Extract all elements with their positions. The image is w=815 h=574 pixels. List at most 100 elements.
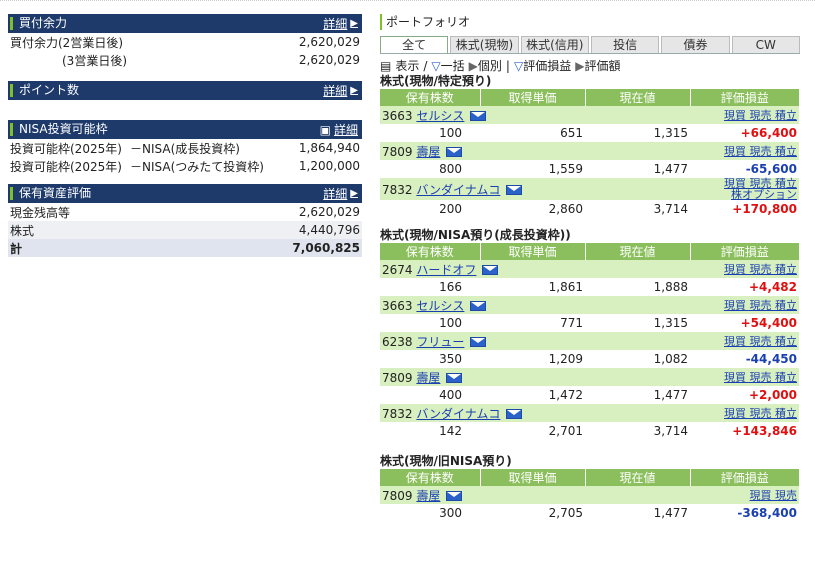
trade-links[interactable]: 現買 現売 積立 <box>724 299 797 312</box>
holding-name-row: 7832 バンダイナムコ 現買 現売 積立 株オプション <box>380 178 799 200</box>
section-title: 株式(現物/NISA預り(成長投資枠)) <box>380 228 571 242</box>
stock-code: 7832 <box>382 406 413 421</box>
option-link[interactable]: 株オプション <box>731 188 797 201</box>
stock-name-link[interactable]: セルシス <box>416 299 464 313</box>
mail-icon[interactable] <box>506 409 523 419</box>
trade-links[interactable]: 現買 現売 積立 <box>724 335 797 348</box>
trade-links[interactable]: 現買 現売 <box>750 489 798 502</box>
holding-name-row: 6238 フリュー 現買 現売 積立 <box>380 332 799 350</box>
holding-cost: 1,861 <box>480 278 585 296</box>
section-title: 株式(現物/旧NISA預り) <box>380 454 512 468</box>
column-header: 保有株数 <box>380 243 480 260</box>
holding-price: 1,082 <box>585 350 690 368</box>
expand-all-button[interactable]: ▽一括 <box>431 57 464 74</box>
buying-power-detail-link[interactable]: 詳細 ▶ <box>323 15 358 32</box>
mail-icon[interactable] <box>446 147 463 157</box>
trade-links[interactable]: 現買 現売 積立 <box>724 407 797 420</box>
stock-code: 7832 <box>382 182 413 197</box>
profit-loss-value: +54,400 <box>690 314 799 332</box>
holding-cost: 2,860 <box>480 200 585 218</box>
profit-loss-value: -368,400 <box>690 504 799 522</box>
holding-name-row: 7809 壽屋 現買 現売 <box>380 486 799 504</box>
holding-price: 1,477 <box>585 504 690 522</box>
list-icon: ▤ <box>380 58 392 73</box>
tab-bonds[interactable]: 債券 <box>661 36 730 53</box>
stock-code: 7809 <box>382 144 413 159</box>
valuation-toggle[interactable]: ▶評価額 <box>575 57 620 74</box>
stock-name-link[interactable]: バンダイナムコ <box>416 407 500 421</box>
trade-links[interactable]: 現買 現売 積立 <box>724 109 797 122</box>
mail-icon[interactable] <box>506 185 523 195</box>
holding-qty: 350 <box>380 350 480 368</box>
holding-value-row: 400 1,472 1,477 +2,000 <box>380 386 799 404</box>
stock-name-link[interactable]: バンダイナムコ <box>416 183 500 197</box>
holding-qty: 200 <box>380 200 480 218</box>
window-icon: ▣ <box>319 122 331 137</box>
portfolio-title: ポートフォリオ <box>380 14 800 30</box>
tab-stock-margin[interactable]: 株式(信用) <box>520 36 589 53</box>
buying-power-section: 買付余力 詳細 ▶ 買付余力(2営業日後) 2,620,029 (3営業日後) 2… <box>8 14 362 69</box>
holding-price: 3,714 <box>585 422 690 440</box>
stock-code: 7809 <box>382 488 413 503</box>
table-header-row: 保有株数 取得単価 現在値 評価損益 <box>380 469 799 486</box>
holding-cost: 2,701 <box>480 422 585 440</box>
trade-links[interactable]: 現買 現売 積立 <box>724 263 797 276</box>
stock-name-link[interactable]: セルシス <box>416 109 464 123</box>
holding-value-row: 300 2,705 1,477 -368,400 <box>380 504 799 522</box>
column-header: 取得単価 <box>479 243 585 260</box>
trade-links[interactable]: 現買 現売 積立 <box>724 145 797 158</box>
holding-cost: 1,472 <box>480 386 585 404</box>
holdings-table: 保有株数 取得単価 現在値 評価損益 7809 壽屋 現買 現売 300 2,705 1,477… <box>380 469 799 522</box>
tab-stock-cash[interactable]: 株式(現物) <box>450 36 519 53</box>
assets-title: 保有資産評価 <box>10 187 91 200</box>
nisa-detail-link[interactable]: ▣ 詳細 <box>320 121 358 138</box>
holding-cost: 651 <box>480 124 585 142</box>
holding-qty: 400 <box>380 386 480 404</box>
portfolio-toolbar: ▤ 表示 / ▽一括 ▶個別 | ▽評価損益 ▶評価額 <box>380 57 621 74</box>
holding-price: 1,888 <box>585 278 690 296</box>
points-section: ポイント数 詳細 ▶ <box>8 81 362 100</box>
tab-all[interactable]: 全て <box>380 36 449 53</box>
holding-price: 1,315 <box>585 314 690 332</box>
holding-value-row: 142 2,701 3,714 +143,846 <box>380 422 799 440</box>
trade-links[interactable]: 現買 現売 積立 <box>724 371 797 384</box>
holding-price: 1,477 <box>585 386 690 404</box>
table-header-row: 保有株数 取得単価 現在値 評価損益 <box>380 243 799 260</box>
stock-name-link[interactable]: 壽屋 <box>416 145 440 159</box>
profit-loss-value: +66,400 <box>690 124 799 142</box>
tab-cw[interactable]: CW <box>731 36 800 53</box>
portfolio-panel: ポートフォリオ 全て 株式(現物) 株式(信用) 投信 債券 CW ▤ 表示 /… <box>380 14 800 522</box>
holding-cost: 2,705 <box>480 504 585 522</box>
stock-name-link[interactable]: 壽屋 <box>416 489 440 503</box>
stock-name-link[interactable]: 壽屋 <box>416 371 440 385</box>
buying-power-row: (3営業日後) 2,620,029 <box>62 53 360 68</box>
mail-icon[interactable] <box>470 111 487 121</box>
tab-funds[interactable]: 投信 <box>590 36 660 53</box>
mail-icon[interactable] <box>446 373 463 383</box>
buying-power-header: 買付余力 詳細 ▶ <box>8 14 362 33</box>
mail-icon[interactable] <box>446 491 463 501</box>
mail-icon[interactable] <box>470 337 487 347</box>
table-header-row: 保有株数 取得単価 現在値 評価損益 <box>380 89 799 106</box>
holding-cost: 771 <box>480 314 585 332</box>
assets-header: 保有資産評価 詳細 ▶ <box>8 184 362 203</box>
nisa-title: NISA投資可能枠 <box>10 123 108 136</box>
column-header: 現在値 <box>584 243 690 260</box>
pl-toggle[interactable]: ▽評価損益 <box>514 57 571 74</box>
holding-value-row: 166 1,861 1,888 +4,482 <box>380 278 799 296</box>
triangle-right-icon: ▶ <box>468 59 478 73</box>
mail-icon[interactable] <box>470 301 487 311</box>
stock-code: 3663 <box>382 298 413 313</box>
stock-name-link[interactable]: ハードオフ <box>416 263 476 277</box>
section-title: 株式(現物/特定預り) <box>380 74 492 88</box>
points-detail-link[interactable]: 詳細 ▶ <box>323 82 358 99</box>
holding-qty: 142 <box>380 422 480 440</box>
column-header: 保有株数 <box>380 89 480 106</box>
holding-qty: 800 <box>380 160 480 178</box>
assets-detail-link[interactable]: 詳細 ▶ <box>323 185 358 202</box>
stock-name-link[interactable]: フリュー <box>416 335 464 349</box>
asset-total-row: 計 7,060,825 <box>8 239 362 257</box>
triangle-down-icon: ▽ <box>513 59 524 73</box>
each-button[interactable]: ▶個別 <box>469 57 502 74</box>
mail-icon[interactable] <box>482 265 499 275</box>
